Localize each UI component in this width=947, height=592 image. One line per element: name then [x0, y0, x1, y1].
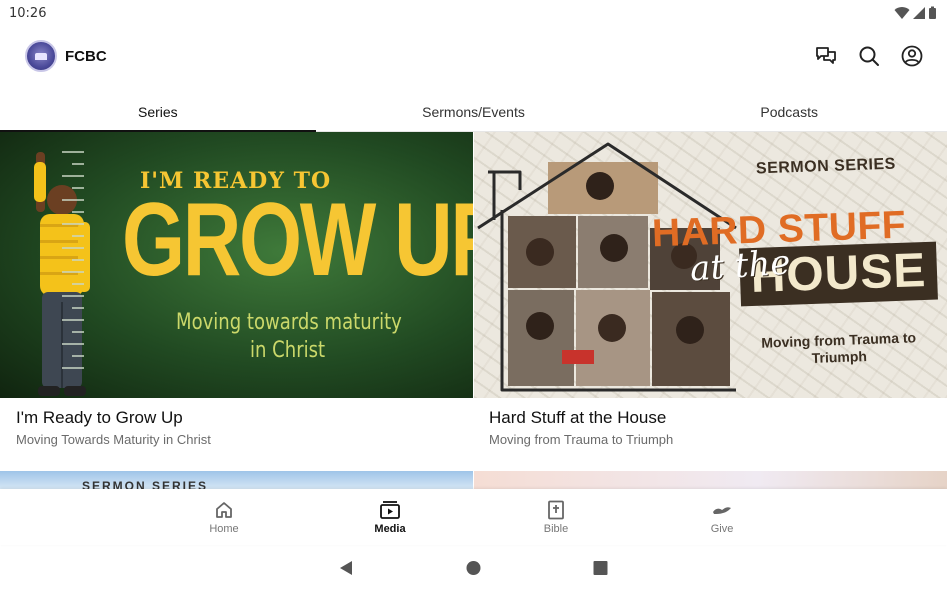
- system-recents-button[interactable]: [593, 560, 608, 576]
- series-artwork-hard-stuff: SERMON SERIES HARD STUFF HOUSE at the Mo…: [474, 132, 947, 398]
- nav-media-label: Media: [374, 522, 406, 535]
- series-title: Hard Stuff at the House: [489, 408, 667, 427]
- app-name: FCBC: [65, 47, 107, 65]
- search-button[interactable]: [858, 45, 880, 67]
- app-header: FCBC: [0, 30, 947, 82]
- artwork-tagline: Moving from Trauma to Triumph: [761, 329, 917, 366]
- brand[interactable]: FCBC: [25, 40, 107, 72]
- tab-sermons-events[interactable]: Sermons/Events: [316, 92, 632, 131]
- series-title: I'm Ready to Grow Up: [16, 408, 183, 427]
- tab-sermons-events-label: Sermons/Events: [422, 103, 525, 120]
- series-card[interactable]: SERMON SERIES HARD STUFF HOUSE at the Mo…: [474, 132, 947, 447]
- series-artwork-grow-up: I'M READY TO GROW UP! Moving towards mat…: [0, 132, 473, 398]
- media-icon: [380, 500, 400, 519]
- account-button[interactable]: [901, 45, 923, 67]
- battery-icon: [929, 6, 936, 19]
- nav-bible[interactable]: Bible: [473, 489, 639, 545]
- wifi-icon: [894, 7, 910, 20]
- artwork-line-3: Moving towards maturity: [176, 310, 402, 335]
- partial-series-label: SERMON SERIES: [82, 479, 209, 489]
- series-subtitle: Moving from Trauma to Triumph: [489, 432, 674, 447]
- series-card[interactable]: I'M READY TO GROW UP! Moving towards mat…: [0, 132, 473, 447]
- artwork-at-the: at the: [688, 242, 792, 290]
- home-icon: [216, 501, 232, 518]
- bottom-navigation: Home Media Bible Give: [0, 489, 947, 545]
- nav-give[interactable]: Give: [639, 489, 805, 545]
- series-grid: I'M READY TO GROW UP! Moving towards mat…: [0, 132, 947, 489]
- bible-icon: [548, 500, 564, 519]
- search-icon: [859, 46, 879, 66]
- nav-home-label: Home: [209, 522, 239, 535]
- account-icon: [901, 45, 923, 67]
- nav-give-label: Give: [710, 522, 734, 535]
- chat-button[interactable]: [815, 45, 837, 67]
- nav-bible-label: Bible: [543, 522, 569, 535]
- series-card-partial[interactable]: [474, 471, 947, 489]
- tab-podcasts[interactable]: Podcasts: [631, 92, 947, 131]
- status-bar: 10:26: [0, 0, 947, 26]
- tab-series-label: Series: [137, 103, 178, 120]
- signal-icon: [913, 7, 925, 19]
- tab-bar: Series Sermons/Events Podcasts: [0, 92, 947, 132]
- status-icons: [894, 6, 937, 20]
- status-time: 10:26: [9, 5, 47, 21]
- header-actions: [815, 45, 923, 67]
- system-back-button[interactable]: [338, 560, 354, 576]
- artwork-line-4: in Christ: [250, 338, 326, 363]
- give-icon: [713, 506, 731, 514]
- church-logo: [25, 40, 57, 72]
- artwork-headline: GROW UP!: [122, 182, 473, 298]
- tab-podcasts-label: Podcasts: [760, 103, 818, 120]
- nav-media[interactable]: Media: [307, 489, 473, 545]
- series-card-partial[interactable]: SERMON SERIES: [0, 471, 473, 489]
- chat-icon: [816, 47, 836, 64]
- series-subtitle: Moving Towards Maturity in Christ: [16, 432, 211, 447]
- system-home-button[interactable]: [466, 560, 481, 576]
- height-ruler: [62, 151, 84, 369]
- nav-home[interactable]: Home: [141, 489, 307, 545]
- tab-series[interactable]: Series: [0, 92, 316, 132]
